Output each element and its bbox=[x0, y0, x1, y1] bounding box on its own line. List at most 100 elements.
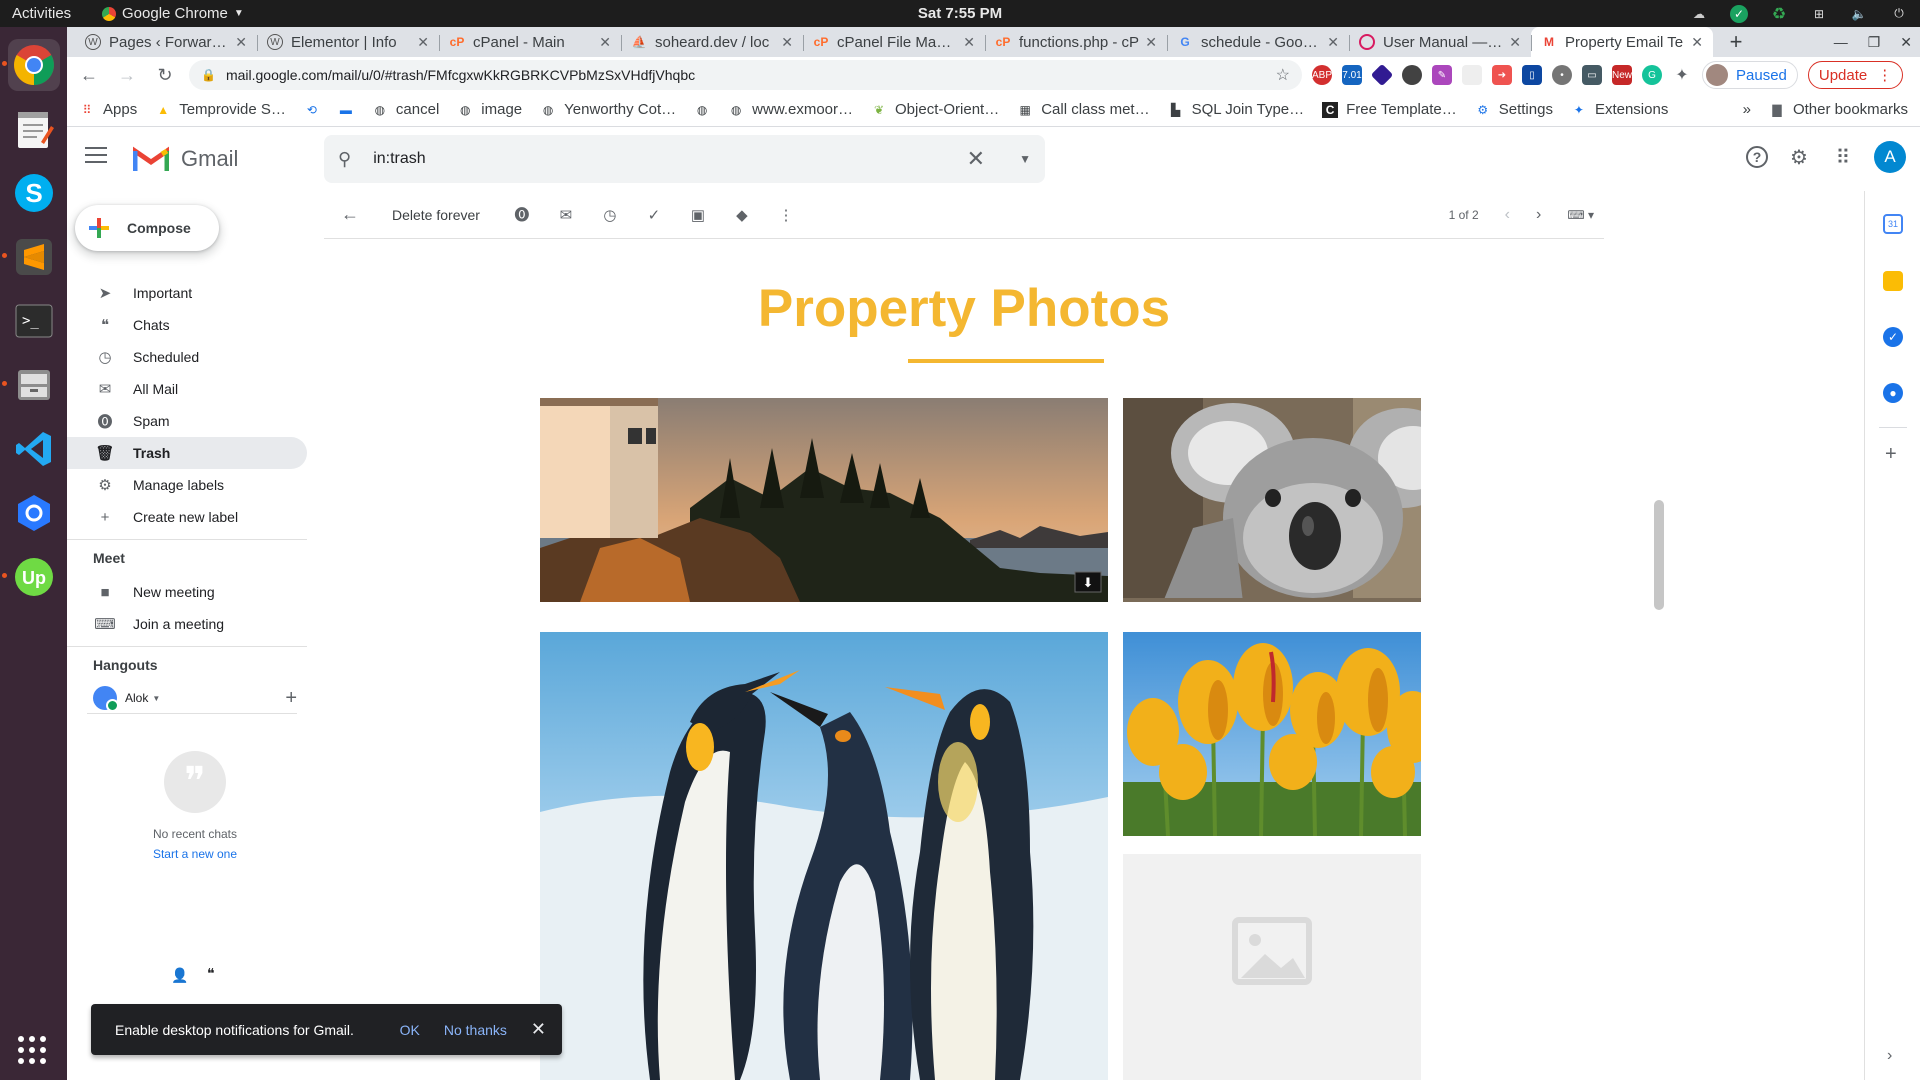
help-icon[interactable]: ? bbox=[1746, 146, 1768, 168]
snackbar-ok-button[interactable]: OK bbox=[400, 1022, 420, 1038]
gmail-logo[interactable]: Gmail bbox=[133, 145, 238, 173]
keep-icon[interactable] bbox=[1883, 271, 1903, 291]
close-tab-icon[interactable]: ✕ bbox=[1509, 34, 1521, 51]
cloud-icon[interactable]: ☁ bbox=[1690, 5, 1708, 23]
close-tab-icon[interactable]: ✕ bbox=[781, 34, 793, 51]
book-extension-icon[interactable]: ▯ bbox=[1522, 65, 1542, 85]
browser-tab[interactable]: cP cPanel File Manag ✕ bbox=[803, 27, 985, 57]
main-menu-icon[interactable] bbox=[85, 147, 107, 168]
power-icon[interactable]: ⏻ bbox=[1890, 5, 1908, 23]
label-icon[interactable]: ◆ bbox=[730, 203, 754, 227]
bookmark-item[interactable]: ◍ Yenworthy Cot… bbox=[540, 101, 676, 118]
new-tab-button[interactable]: + bbox=[1721, 27, 1751, 57]
hangouts-user[interactable]: Alok ▼ + bbox=[67, 683, 323, 713]
nav-spam[interactable]: ⓿ Spam bbox=[67, 405, 307, 437]
address-bar[interactable]: 🔒 mail.google.com/mail/u/0/#trash/FMfcgx… bbox=[189, 60, 1302, 90]
nav-trash[interactable]: 🗑 Trash bbox=[67, 437, 307, 469]
app-menu[interactable]: Google Chrome ▼ bbox=[102, 5, 244, 22]
photo-penguins[interactable] bbox=[540, 632, 1108, 1080]
bookmark-item[interactable]: ◍ www.exmoor… bbox=[728, 101, 853, 118]
weather-extension-icon[interactable]: 7.01 bbox=[1342, 65, 1362, 85]
search-options-icon[interactable]: ▼ bbox=[1019, 152, 1031, 166]
photo-koala[interactable] bbox=[1123, 398, 1421, 602]
pin-extension-icon[interactable]: • bbox=[1552, 65, 1572, 85]
mark-unread-icon[interactable]: ✉ bbox=[554, 203, 578, 227]
nav-all-mail[interactable]: ✉ All Mail bbox=[67, 373, 307, 405]
recycle-icon[interactable]: ♻ bbox=[1770, 5, 1788, 23]
nav-create-label[interactable]: + Create new label bbox=[67, 501, 307, 533]
compose-button[interactable]: Compose bbox=[75, 205, 219, 251]
person-tab-icon[interactable]: 👤 bbox=[171, 967, 188, 984]
snooze-icon[interactable]: ◷ bbox=[598, 203, 622, 227]
bookmark-item[interactable]: ⟲ bbox=[304, 102, 320, 118]
start-new-chat-link[interactable]: Start a new one bbox=[67, 847, 323, 861]
bookmarks-overflow-button[interactable]: » bbox=[1743, 101, 1751, 118]
close-tab-icon[interactable]: ✕ bbox=[1691, 34, 1703, 51]
close-tab-icon[interactable]: ✕ bbox=[599, 34, 611, 51]
photo-lighthouse[interactable]: ⬇ bbox=[540, 398, 1108, 602]
bookmark-item[interactable]: ▬ bbox=[338, 102, 354, 118]
activities-button[interactable]: Activities bbox=[12, 5, 102, 22]
expand-panel-icon[interactable]: › bbox=[1887, 1047, 1892, 1065]
calendar-icon[interactable]: 31 bbox=[1883, 214, 1903, 234]
reload-icon[interactable]: ↻ bbox=[151, 61, 179, 89]
mail-search-bar[interactable]: ⚲ in:trash ✕ ▼ bbox=[324, 135, 1045, 183]
more-options-icon[interactable]: ⋮ bbox=[774, 203, 798, 227]
clear-search-icon[interactable]: ✕ bbox=[967, 146, 985, 172]
bookmark-item[interactable]: ✦ Extensions bbox=[1571, 101, 1668, 118]
browser-tab[interactable]: ⛵ soheard.dev / loc ✕ bbox=[621, 27, 803, 57]
add-task-icon[interactable]: ✓ bbox=[642, 203, 666, 227]
browser-tab[interactable]: W Pages ‹ ForwardLi ✕ bbox=[75, 27, 257, 57]
add-addon-icon[interactable]: + bbox=[1885, 443, 1897, 466]
dock-sublime[interactable] bbox=[1, 231, 60, 283]
profile-button[interactable]: Paused bbox=[1702, 61, 1798, 89]
bookmark-item[interactable]: ▦ Call class met… bbox=[1017, 101, 1150, 118]
pen-extension-icon[interactable]: ✎ bbox=[1432, 65, 1452, 85]
bookmark-star-icon[interactable]: ☆ bbox=[1276, 65, 1290, 85]
snackbar-no-thanks-button[interactable]: No thanks bbox=[444, 1022, 507, 1038]
nav-important[interactable]: ➤ Important bbox=[67, 277, 307, 309]
close-tab-icon[interactable]: ✕ bbox=[235, 34, 247, 51]
close-tab-icon[interactable]: ✕ bbox=[963, 34, 975, 51]
dock-files[interactable] bbox=[1, 359, 60, 411]
contacts-icon[interactable]: ● bbox=[1883, 383, 1903, 403]
blank-extension-icon[interactable] bbox=[1462, 65, 1482, 85]
diamond-extension-icon[interactable] bbox=[1370, 63, 1394, 87]
restore-icon[interactable]: ❐ bbox=[1868, 34, 1881, 51]
circle-extension-icon[interactable] bbox=[1402, 65, 1422, 85]
dock-skype[interactable]: S bbox=[8, 167, 60, 219]
bookmark-item[interactable]: ◍ cancel bbox=[372, 101, 440, 118]
dock-chrome[interactable] bbox=[1, 39, 60, 91]
settings-icon[interactable]: ⚙ bbox=[1786, 144, 1812, 170]
browser-tab[interactable]: G schedule - Google ✕ bbox=[1167, 27, 1349, 57]
new-extension-icon[interactable]: New bbox=[1612, 65, 1632, 85]
next-message-icon[interactable]: › bbox=[1536, 206, 1541, 224]
dock-upwork[interactable]: Up bbox=[1, 551, 60, 603]
puzzle-extensions-icon[interactable]: ✦ bbox=[1672, 65, 1692, 85]
nav-manage-labels[interactable]: ⚙ Manage labels bbox=[67, 469, 307, 501]
browser-tab[interactable]: cP cPanel - Main ✕ bbox=[439, 27, 621, 57]
prev-message-icon[interactable]: ‹ bbox=[1505, 206, 1510, 224]
report-spam-icon[interactable]: ⓿ bbox=[510, 203, 534, 227]
bookmark-item[interactable]: C Free Template… bbox=[1322, 101, 1457, 118]
nav-chats[interactable]: ❝ Chats bbox=[67, 309, 307, 341]
close-tab-icon[interactable]: ✕ bbox=[417, 34, 429, 51]
volume-icon[interactable]: 🔈 bbox=[1850, 5, 1868, 23]
content-scrollbar[interactable] bbox=[1654, 500, 1664, 610]
bookmark-item[interactable]: ▲ Temprovide S… bbox=[155, 101, 286, 118]
photo-tulips[interactable] bbox=[1123, 632, 1421, 836]
add-chat-icon[interactable]: + bbox=[285, 687, 297, 710]
chat-tab-icon[interactable]: ❝ bbox=[207, 965, 215, 982]
bookmark-item[interactable]: ◍ image bbox=[457, 101, 522, 118]
close-tab-icon[interactable]: ✕ bbox=[1327, 34, 1339, 51]
bookmark-item[interactable]: ▙ SQL Join Type… bbox=[1168, 101, 1304, 118]
back-to-list-icon[interactable]: ← bbox=[338, 203, 362, 227]
clock[interactable]: Sat 7:55 PM bbox=[918, 5, 1002, 22]
lock-icon[interactable]: 🔒 bbox=[201, 68, 216, 82]
meet-new-meeting[interactable]: ■ New meeting bbox=[67, 576, 307, 608]
dock-vscode[interactable] bbox=[8, 423, 60, 475]
show-applications-icon[interactable] bbox=[18, 1036, 46, 1064]
bookmark-item[interactable]: ◍ bbox=[694, 102, 710, 118]
search-icon[interactable]: ⚲ bbox=[338, 149, 351, 170]
check-shield-icon[interactable]: ✓ bbox=[1730, 4, 1748, 23]
